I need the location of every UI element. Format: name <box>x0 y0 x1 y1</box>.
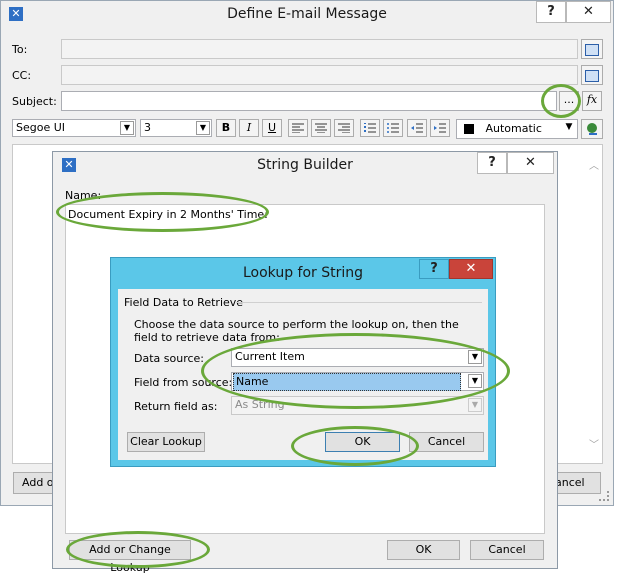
return-field-value: As String <box>235 398 285 411</box>
decrease-indent-button[interactable] <box>407 119 427 137</box>
increase-indent-button[interactable] <box>430 119 450 137</box>
cc-label: CC: <box>12 69 32 82</box>
font-color-value: Automatic <box>485 122 542 135</box>
resize-grip-icon[interactable] <box>599 491 609 501</box>
sb-name-label: Name: <box>65 189 102 202</box>
sb-help-button[interactable]: ? <box>477 152 507 174</box>
lookup-body: Field Data to Retrieve Choose the data s… <box>118 289 488 460</box>
underline-button[interactable]: U <box>262 119 282 137</box>
increase-indent-icon <box>434 123 446 133</box>
group-divider <box>236 302 482 303</box>
return-field-label: Return field as: <box>134 400 218 413</box>
chevron-down-icon: ▼ <box>468 350 482 364</box>
cc-field[interactable] <box>61 65 578 85</box>
group-title: Field Data to Retrieve <box>124 296 244 309</box>
lookup-cancel-button[interactable]: Cancel <box>409 432 484 452</box>
font-size-value: 3 <box>144 121 151 134</box>
field-source-label: Field from source: <box>134 376 233 389</box>
to-label: To: <box>12 43 28 56</box>
data-source-label: Data source: <box>134 352 204 365</box>
field-source-value: Name <box>233 373 461 391</box>
addressbook-icon <box>585 70 599 82</box>
subject-field[interactable] <box>61 91 557 111</box>
data-source-select[interactable]: Current Item ▼ <box>231 348 484 367</box>
lookup-close-button[interactable]: ✕ <box>449 259 493 279</box>
subject-label: Subject: <box>12 95 57 108</box>
return-field-select[interactable]: As String ▼ <box>231 396 484 415</box>
font-size-select[interactable]: 3 ▼ <box>140 119 212 137</box>
align-left-icon <box>292 123 304 134</box>
subject-ellipsis-button[interactable]: ... <box>559 91 579 111</box>
to-addressbook-button[interactable] <box>581 39 603 59</box>
sb-titlebar: ✕ String Builder ? ✕ <box>53 152 557 178</box>
lookup-description: Choose the data source to perform the lo… <box>134 318 459 344</box>
lookup-ok-button[interactable]: OK <box>325 432 400 452</box>
body-scrollbar[interactable]: ︿ ﹀ <box>586 145 602 463</box>
bulleted-list-icon <box>387 123 399 133</box>
lookup-help-button[interactable]: ? <box>419 259 449 279</box>
email-title: Define E-mail Message <box>227 6 387 22</box>
chevron-down-icon: ▼ <box>468 374 482 388</box>
to-field[interactable] <box>61 39 578 59</box>
numbered-list-icon <box>364 122 376 133</box>
scroll-down-icon: ﹀ <box>589 440 599 451</box>
cc-addressbook-button[interactable] <box>581 65 603 85</box>
italic-button[interactable]: I <box>239 119 259 137</box>
chevron-down-icon: ▼ <box>120 121 134 135</box>
sb-text-value: Document Expiry in 2 Months' Time: <box>68 208 268 221</box>
email-close-button[interactable]: ✕ <box>566 1 611 23</box>
bulleted-list-button[interactable] <box>383 119 403 137</box>
align-right-button[interactable] <box>334 119 354 137</box>
sb-close-button[interactable]: ✕ <box>507 152 554 174</box>
clear-lookup-button[interactable]: Clear Lookup <box>127 432 205 452</box>
align-right-icon <box>338 123 350 134</box>
scroll-up-icon: ︿ <box>589 161 599 172</box>
data-source-value: Current Item <box>235 350 305 363</box>
insert-function-button[interactable]: fx <box>582 91 602 111</box>
lookup-titlebar: Lookup for String ? ✕ <box>111 258 495 289</box>
align-left-button[interactable] <box>288 119 308 137</box>
align-center-button[interactable] <box>311 119 331 137</box>
chevron-down-icon: ▼ <box>468 398 482 412</box>
lookup-window: Lookup for String ? ✕ Field Data to Retr… <box>110 257 496 467</box>
email-help-button[interactable]: ? <box>536 1 566 23</box>
chevron-down-icon: ▼ <box>562 121 576 135</box>
globe-link-icon <box>587 123 597 135</box>
email-cancel-button[interactable]: ancel <box>551 472 601 494</box>
bold-button[interactable]: B <box>216 119 236 137</box>
decrease-indent-icon <box>411 123 423 133</box>
sb-ok-button[interactable]: OK <box>387 540 460 560</box>
insert-link-button[interactable] <box>581 119 603 139</box>
color-swatch <box>464 124 474 134</box>
field-source-select[interactable]: Name ▼ <box>231 372 484 391</box>
align-center-icon <box>315 123 327 134</box>
email-cancel-label: ancel <box>555 476 585 489</box>
font-color-select[interactable]: Automatic ▼ <box>456 119 578 139</box>
font-name-select[interactable]: Segoe UI ▼ <box>12 119 136 137</box>
addressbook-icon <box>585 44 599 56</box>
add-change-lookup-button[interactable]: Add or Change Lookup <box>69 540 191 574</box>
sb-cancel-button[interactable]: Cancel <box>470 540 544 560</box>
numbered-list-button[interactable] <box>360 119 380 137</box>
chevron-down-icon: ▼ <box>196 121 210 135</box>
email-titlebar: ✕ Define E-mail Message ? ✕ <box>1 1 613 27</box>
font-name-value: Segoe UI <box>16 121 66 134</box>
